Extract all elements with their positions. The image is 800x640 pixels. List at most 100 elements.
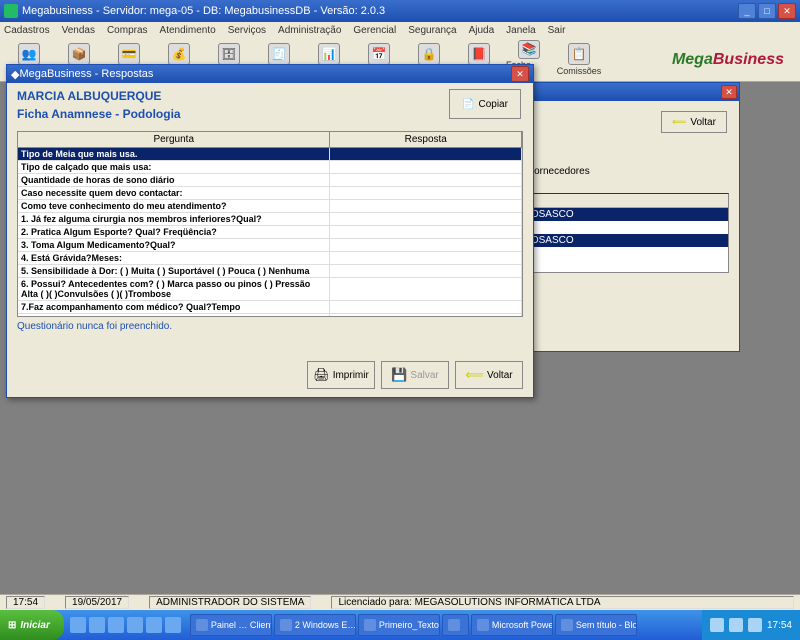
table-row[interactable]: Tipo de Meia que mais usa. xyxy=(18,148,522,161)
table-row[interactable]: Tipo de calçado que mais usa: xyxy=(18,161,522,174)
app-logo: MegaBusiness xyxy=(672,51,794,69)
ql-icon[interactable] xyxy=(108,617,124,633)
taskbar-tasks: Painel … Clientes… 2 Windows E… Primeiro… xyxy=(187,614,702,636)
task-icon xyxy=(561,619,573,631)
taskbar-task[interactable]: Microsoft Powe… xyxy=(471,614,553,636)
taskbar-task[interactable]: Sem título - Blo… xyxy=(555,614,637,636)
tool-comissoes[interactable]: 📋Comissões xyxy=(556,40,602,80)
dialog-titlebar[interactable]: ◆ MegaBusiness - Respostas ✕ xyxy=(7,65,533,83)
agenda-icon: 📅 xyxy=(368,43,390,65)
footnote: Questionário nunca foi preenchido. xyxy=(17,321,523,332)
table-row[interactable]: 4. Está Grávida?Meses: xyxy=(18,252,522,265)
minimize-button[interactable]: _ xyxy=(738,3,756,19)
app-icon xyxy=(4,4,18,18)
respostas-dialog: ◆ MegaBusiness - Respostas ✕ MARCIA ALBU… xyxy=(6,64,534,398)
bg-close-button[interactable]: ✕ xyxy=(721,85,737,99)
fecha-icon: 📕 xyxy=(468,43,490,65)
app-title: Megabusiness - Servidor: mega-05 - DB: M… xyxy=(22,5,738,17)
back-icon: ⟸ xyxy=(465,367,484,383)
task-icon xyxy=(448,619,460,631)
ql-icon[interactable] xyxy=(70,617,86,633)
bg-voltar-button[interactable]: Voltar xyxy=(661,111,727,133)
table-row[interactable]: 7.Faz acompanhamento com médico? Qual?Te… xyxy=(18,301,522,314)
salvar-button[interactable]: 💾Salvar xyxy=(381,361,449,389)
taskbar-task[interactable]: Primeiro_Texto… xyxy=(358,614,440,636)
menu-vendas[interactable]: Vendas xyxy=(62,25,95,36)
dialog-app-icon: ◆ xyxy=(11,68,19,81)
close-button[interactable]: ✕ xyxy=(778,3,796,19)
table-row[interactable]: 5. Sensibilidade à Dor: ( ) Muita ( ) Su… xyxy=(18,265,522,278)
app-titlebar: Megabusiness - Servidor: mega-05 - DB: M… xyxy=(0,0,800,22)
ql-icon[interactable] xyxy=(89,617,105,633)
itens-icon: 📦 xyxy=(68,43,90,65)
status-time: 17:54 xyxy=(6,596,45,609)
print-icon: 🖨 xyxy=(313,367,330,383)
col-resposta: Resposta xyxy=(330,132,522,147)
dialog-close-button[interactable]: ✕ xyxy=(511,66,529,82)
save-icon: 💾 xyxy=(391,367,407,383)
question-table: Pergunta Resposta Tipo de Meia que mais … xyxy=(17,131,523,317)
table-row[interactable]: Como teve conhecimento do meu atendiment… xyxy=(18,200,522,213)
start-button[interactable]: Iniciar xyxy=(0,610,64,640)
tray-icon[interactable] xyxy=(729,618,743,632)
taskbar-task[interactable] xyxy=(442,614,469,636)
windows-taskbar: Iniciar Painel … Clientes… 2 Windows E… … xyxy=(0,610,800,640)
atendimento-icon: 🧾 xyxy=(268,43,290,65)
quick-launch xyxy=(64,617,187,633)
taskbar-task[interactable]: 2 Windows E… xyxy=(274,614,356,636)
system-tray: 17:54 xyxy=(702,610,800,640)
ql-icon[interactable] xyxy=(127,617,143,633)
task-icon xyxy=(477,619,489,631)
task-icon xyxy=(196,619,208,631)
tray-clock[interactable]: 17:54 xyxy=(767,620,792,631)
table-row[interactable]: 8. Já fez algum procedimento podológico?… xyxy=(18,314,522,316)
dialog-title: MegaBusiness - Respostas xyxy=(19,68,511,80)
status-bar: 17:54 19/05/2017 ADMINISTRADOR DO SISTEM… xyxy=(0,594,800,610)
tray-icon[interactable] xyxy=(748,618,762,632)
copiar-button[interactable]: Copiar xyxy=(449,89,521,119)
menu-ajuda[interactable]: Ajuda xyxy=(469,25,495,36)
tray-icon[interactable] xyxy=(710,618,724,632)
task-icon xyxy=(364,619,376,631)
imprimir-button[interactable]: 🖨Imprimir xyxy=(307,361,375,389)
pagar-icon: 💳 xyxy=(118,43,140,65)
table-header: Pergunta Resposta xyxy=(18,132,522,148)
gerencial-icon: 📊 xyxy=(318,43,340,65)
table-row[interactable]: 1. Já fez alguma cirurgia nos membros in… xyxy=(18,213,522,226)
menu-compras[interactable]: Compras xyxy=(107,25,148,36)
comissoes-icon: 📋 xyxy=(568,43,590,65)
caixa-icon: 🗄 xyxy=(218,43,240,65)
status-user: ADMINISTRADOR DO SISTEMA xyxy=(149,596,311,609)
table-row[interactable]: 2. Pratica Algum Esporte? Qual? Freqüênc… xyxy=(18,226,522,239)
menu-seguranca[interactable]: Segurança xyxy=(408,25,456,36)
maximize-button[interactable]: □ xyxy=(758,3,776,19)
menu-sair[interactable]: Sair xyxy=(548,25,566,36)
table-body[interactable]: Tipo de Meia que mais usa. Tipo de calça… xyxy=(18,148,522,316)
menu-servicos[interactable]: Serviços xyxy=(228,25,266,36)
task-icon xyxy=(280,619,292,631)
menu-bar: Cadastros Vendas Compras Atendimento Ser… xyxy=(0,22,800,38)
patient-name: MARCIA ALBUQUERQUE xyxy=(17,89,523,103)
cofre-icon: 🔒 xyxy=(418,43,440,65)
ql-icon[interactable] xyxy=(146,617,162,633)
menu-janela[interactable]: Janela xyxy=(506,25,535,36)
menu-gerencial[interactable]: Gerencial xyxy=(353,25,396,36)
table-row[interactable]: 3. Toma Algum Medicamento?Qual? xyxy=(18,239,522,252)
status-date: 19/05/2017 xyxy=(65,596,129,609)
voltar-button[interactable]: ⟸Voltar xyxy=(455,361,523,389)
table-row[interactable]: Caso necessite quem devo contactar: xyxy=(18,187,522,200)
taskbar-task[interactable]: Painel … Clientes… xyxy=(190,614,272,636)
cadastros-icon: 👥 xyxy=(18,43,40,65)
col-pergunta: Pergunta xyxy=(18,132,330,147)
ficha-title: Ficha Anamnese - Podologia xyxy=(17,107,523,121)
table-row[interactable]: Quantidade de horas de sono diário xyxy=(18,174,522,187)
status-license: Licenciado para: MEGASOLUTIONS INFORMÁTI… xyxy=(331,596,794,609)
receber-icon: 💰 xyxy=(168,43,190,65)
table-row[interactable]: 6. Possui? Antecedentes com? ( ) Marca p… xyxy=(18,278,522,301)
menu-atendimento[interactable]: Atendimento xyxy=(160,25,216,36)
menu-administracao[interactable]: Administração xyxy=(278,25,341,36)
ql-icon[interactable] xyxy=(165,617,181,633)
fechageral-icon: 📚 xyxy=(518,40,540,59)
workspace: ✕ Voltar Fornecedores o/Email YARA - OSA… xyxy=(0,82,800,624)
menu-cadastros[interactable]: Cadastros xyxy=(4,25,50,36)
